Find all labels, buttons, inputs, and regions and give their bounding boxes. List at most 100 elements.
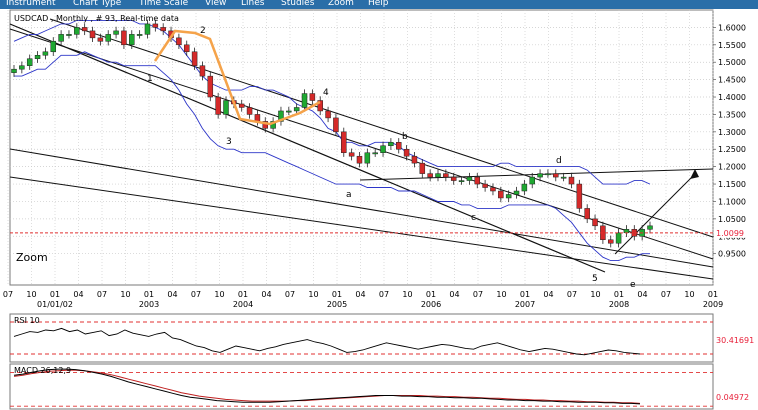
candle-body	[152, 23, 159, 28]
month-tick-label: 07	[285, 290, 295, 299]
wave-label: 5	[592, 274, 598, 284]
month-tick-label: 10	[590, 290, 600, 299]
candle-body	[458, 180, 465, 183]
price-tick-label: 1.0500	[718, 215, 746, 224]
menu-instrument[interactable]: Instrument	[6, 0, 56, 9]
macd-title: MACD 26,12,9	[14, 366, 71, 375]
candle-body	[129, 34, 135, 46]
candle-body	[144, 23, 151, 35]
menu-chart-type[interactable]: Chart Type	[73, 0, 121, 9]
candle-body	[121, 30, 127, 46]
candle-body	[19, 65, 25, 70]
candle-body	[427, 173, 433, 178]
candle-body	[443, 173, 449, 178]
candle-body	[553, 173, 559, 178]
candle-body	[537, 173, 543, 178]
month-tick-label: 10	[308, 290, 318, 299]
menu-lines[interactable]: Lines	[241, 0, 264, 9]
price-tick-label: 1.6000	[718, 23, 746, 32]
price-tick-label: 1.4000	[718, 93, 746, 102]
candle-body	[81, 27, 88, 32]
month-tick-label: 01	[238, 290, 248, 299]
candle-body	[411, 155, 418, 164]
menu-help[interactable]: Help	[368, 0, 389, 9]
candle-body	[474, 176, 481, 185]
month-tick-label: 01	[520, 290, 530, 299]
candle-body	[388, 142, 394, 147]
price-tick-label: 0.9500	[718, 250, 746, 259]
candle-body	[66, 34, 72, 36]
month-tick-label: 07	[97, 290, 107, 299]
rsi-panel	[9, 313, 714, 363]
candle-body	[50, 41, 57, 53]
candle-body	[215, 96, 221, 115]
price-tick-label: 1.2500	[718, 145, 746, 154]
candle-body	[26, 58, 33, 66]
candle-body	[325, 110, 331, 119]
candle-body	[498, 190, 504, 199]
price-tick-label: 1.3000	[718, 128, 746, 137]
month-tick-label: 07	[567, 290, 577, 299]
price-tick-label: 1.2000	[718, 163, 746, 172]
candle-body	[34, 55, 41, 59]
candle-body	[160, 27, 166, 32]
candle-body	[560, 176, 567, 179]
menu-time-scale[interactable]: Time Scale	[139, 0, 188, 9]
month-tick-label: 04	[167, 290, 177, 299]
candle-body	[309, 93, 316, 101]
candle-body	[372, 152, 378, 155]
candle-body	[521, 183, 528, 192]
candle-body	[364, 152, 371, 164]
year-tick-label: 2005	[327, 300, 347, 309]
candle-body	[348, 152, 355, 157]
candle-body	[293, 107, 300, 112]
candle-body	[380, 145, 386, 153]
month-tick-label: 04	[355, 290, 365, 299]
month-tick-label: 10	[26, 290, 36, 299]
candle-body	[11, 68, 17, 73]
month-tick-label: 01	[708, 290, 718, 299]
candle-body	[333, 117, 339, 133]
candle-body	[176, 37, 182, 46]
menu-view[interactable]: View	[205, 0, 226, 9]
month-tick-label: 04	[449, 290, 459, 299]
candle-body	[435, 173, 441, 178]
month-tick-label: 10	[214, 290, 224, 299]
wave-label: a	[346, 190, 352, 200]
candle-body	[238, 103, 245, 108]
candle-body	[105, 34, 111, 42]
candle-body	[136, 34, 143, 36]
menu-studies[interactable]: Studies	[281, 0, 314, 9]
candle-body	[419, 162, 426, 174]
candle-body	[207, 75, 214, 98]
candle-body	[592, 218, 598, 227]
candle-body	[623, 229, 630, 234]
candle-body	[395, 142, 402, 150]
candle-body	[42, 51, 49, 56]
year-tick-label: 2003	[139, 300, 159, 309]
month-tick-label: 10	[402, 290, 412, 299]
menu-zoom[interactable]: Zoom	[328, 0, 354, 9]
month-tick-label: 04	[73, 290, 83, 299]
year-tick-label: 01/01/02	[37, 300, 73, 309]
month-tick-label: 04	[261, 290, 271, 299]
candle-body	[97, 37, 104, 42]
zoom-label[interactable]: Zoom	[16, 251, 48, 264]
month-tick-label: 10	[496, 290, 506, 299]
month-tick-label: 07	[3, 290, 13, 299]
month-tick-label: 10	[120, 290, 130, 299]
rsi-title: RSI 10	[14, 316, 40, 325]
candle-body	[584, 208, 590, 220]
wave-label: b	[402, 132, 408, 142]
candle-body	[466, 176, 473, 181]
year-tick-label: 2009	[703, 300, 723, 309]
month-tick-label: 07	[473, 290, 483, 299]
month-tick-label: 01	[426, 290, 436, 299]
last-price-label: 1.0099	[716, 229, 744, 238]
time-axis: 07 10 01 04 07 10 01 04 07 10 01 04 07 10 01 04 07 10 01 04…	[3, 290, 723, 309]
candle-body	[615, 232, 622, 244]
wave-label: d	[556, 156, 562, 166]
month-tick-label: 04	[637, 290, 647, 299]
candle-body	[199, 65, 206, 77]
wave-label: 3	[226, 137, 232, 147]
